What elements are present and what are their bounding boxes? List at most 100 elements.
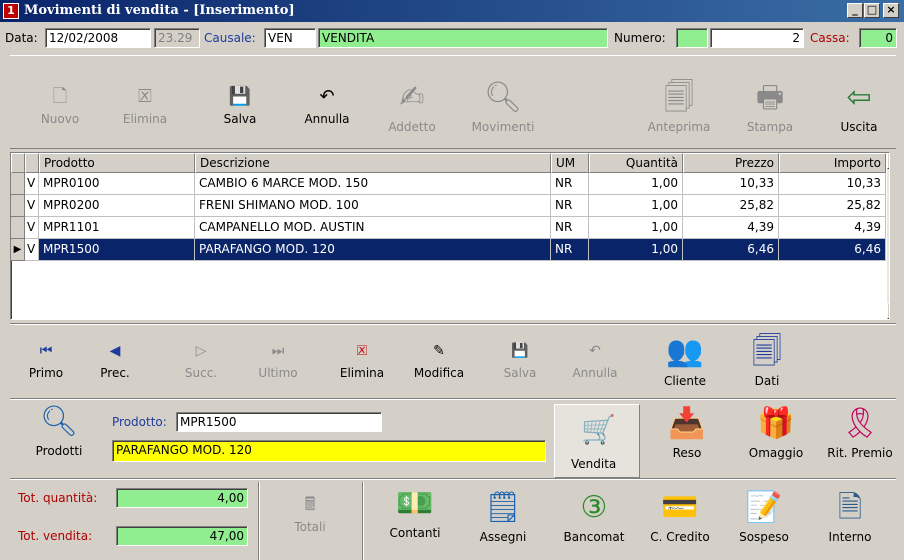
time-field[interactable]: 23.29 — [154, 28, 200, 48]
row-flag[interactable]: V — [25, 239, 39, 261]
cell-um[interactable]: NR — [551, 239, 589, 261]
annulla-row-button[interactable]: ↶ Annulla — [560, 340, 630, 380]
stampa-button[interactable]: 🖶 Stampa — [735, 80, 805, 134]
cell-prodotto[interactable]: MPR0100 — [39, 173, 195, 195]
cell-um[interactable]: NR — [551, 173, 589, 195]
bancomat-button[interactable]: ③ Bancomat — [552, 490, 636, 544]
sospeso-button[interactable]: 📝 Sospeso — [726, 490, 802, 544]
cell-descrizione[interactable]: FRENI SHIMANO MOD. 100 — [195, 195, 551, 217]
scroll-down-icon[interactable]: ▼ — [887, 303, 889, 319]
assegni-button[interactable]: 🗒 Assegni — [468, 490, 538, 544]
last-record-icon: ⏭ — [271, 343, 285, 359]
c-credito-button[interactable]: 💳 C. Credito — [642, 490, 718, 544]
maximize-button[interactable]: □ — [864, 3, 880, 18]
cell-importo[interactable]: 10,33 — [779, 173, 886, 195]
cell-quantita[interactable]: 1,00 — [589, 173, 683, 195]
col-descrizione-header[interactable]: Descrizione — [195, 153, 551, 173]
causale-desc-field[interactable]: VENDITA — [318, 28, 608, 48]
numero-prefix-field[interactable] — [676, 28, 708, 48]
row-indicator[interactable] — [11, 173, 25, 195]
cell-quantita[interactable]: 1,00 — [589, 239, 683, 261]
rit-premio-button[interactable]: 🎗 Rit. Premio — [818, 406, 902, 460]
movimenti-button[interactable]: 🔍︎ Movimenti — [458, 80, 548, 134]
credit-card-icon: 💳 — [661, 490, 699, 525]
cell-prezzo[interactable]: 10,33 — [683, 173, 779, 195]
current-row-indicator-icon[interactable]: ▶ — [11, 239, 25, 261]
cell-prezzo[interactable]: 25,82 — [683, 195, 779, 217]
cliente-button[interactable]: 👥 Cliente — [648, 334, 722, 388]
prodotti-label: Prodotti — [35, 444, 83, 458]
data-field[interactable]: 12/02/2008 — [45, 28, 151, 48]
cell-descrizione[interactable]: CAMBIO 6 MARCE MOD. 150 — [195, 173, 551, 195]
row-indicator[interactable] — [11, 195, 25, 217]
elimina-row-button[interactable]: 🗵 Elimina — [330, 340, 394, 380]
app-icon[interactable]: 1 — [3, 3, 19, 19]
cell-prodotto[interactable]: MPR1500 — [39, 239, 195, 261]
row-flag[interactable]: V — [25, 195, 39, 217]
scroll-up-icon[interactable]: ▲ — [887, 153, 889, 169]
cell-um[interactable]: NR — [551, 217, 589, 239]
cell-quantita[interactable]: 1,00 — [589, 195, 683, 217]
contanti-button[interactable]: 💵 Contanti — [380, 486, 450, 540]
shopping-cart-icon: 🛒 — [581, 413, 616, 446]
numero-field[interactable]: 2 — [710, 28, 804, 48]
row-flag[interactable]: V — [25, 173, 39, 195]
cassa-field[interactable]: 0 — [859, 28, 897, 48]
products-grid[interactable]: Prodotto Descrizione UM Quantità Prezzo … — [10, 152, 890, 320]
person-icon: ✍ — [399, 80, 425, 115]
ultimo-button[interactable]: ⏭ Ultimo — [250, 340, 306, 380]
anteprima-button[interactable]: 🗐 Anteprima — [640, 80, 718, 134]
succ-button[interactable]: ▷ Succ. — [176, 340, 226, 380]
col-importo-header[interactable]: Importo — [779, 153, 886, 173]
stampa-label: Stampa — [746, 120, 794, 134]
prodotto-code-field[interactable]: MPR1500 — [176, 412, 382, 432]
dati-button[interactable]: 🗐 Dati — [736, 334, 798, 388]
cell-prezzo[interactable]: 6,46 — [683, 239, 779, 261]
reso-button[interactable]: 📥 Reso — [650, 406, 724, 460]
interno-button[interactable]: 🗎 Interno — [810, 490, 890, 544]
separator — [362, 482, 364, 560]
modifica-button[interactable]: ✎ Modifica — [400, 340, 478, 380]
cell-descrizione[interactable]: PARAFANGO MOD. 120 — [195, 239, 551, 261]
grid-vertical-scrollbar[interactable]: ▲ ▼ — [886, 153, 889, 319]
elimina-button[interactable]: 🗵 Elimina — [113, 86, 177, 126]
prodotti-button[interactable]: 🔍︎ Prodotti — [22, 404, 96, 458]
omaggio-label: Omaggio — [748, 446, 804, 460]
primo-label: Primo — [28, 366, 64, 380]
col-um-header[interactable]: UM — [551, 153, 589, 173]
primo-button[interactable]: ⏮ Primo — [24, 340, 68, 380]
vendita-button[interactable]: 🛒 Vendita — [554, 404, 640, 478]
salva-button[interactable]: 💾 Salva — [210, 86, 270, 126]
col-prodotto-header[interactable]: Prodotto — [39, 153, 195, 173]
grid-flag-header — [25, 153, 39, 173]
col-prezzo-header[interactable]: Prezzo — [683, 153, 779, 173]
row-indicator[interactable] — [11, 217, 25, 239]
totali-button[interactable]: 🖩 Totali — [270, 494, 350, 534]
cell-importo[interactable]: 4,39 — [779, 217, 886, 239]
cell-importo[interactable]: 25,82 — [779, 195, 886, 217]
addetto-button[interactable]: ✍ Addetto — [378, 80, 446, 134]
omaggio-button[interactable]: 🎁 Omaggio — [736, 406, 816, 460]
prodotto-desc-field[interactable]: PARAFANGO MOD. 120 — [112, 440, 546, 462]
title-bar: Movimenti di vendita - [Inserimento] — [0, 0, 904, 22]
bancomat-label: Bancomat — [563, 530, 625, 544]
col-quantita-header[interactable]: Quantità — [589, 153, 683, 173]
cell-importo[interactable]: 6,46 — [779, 239, 886, 261]
salva-row-button[interactable]: 💾 Salva — [492, 340, 548, 380]
prec-button[interactable]: ◀ Prec. — [90, 340, 140, 380]
nuovo-button[interactable]: 🗋 Nuovo — [30, 86, 90, 126]
cell-quantita[interactable]: 1,00 — [589, 217, 683, 239]
delete-document-icon: 🗵 — [138, 86, 152, 107]
cell-prodotto[interactable]: MPR1101 — [39, 217, 195, 239]
cell-prodotto[interactable]: MPR0200 — [39, 195, 195, 217]
cell-prezzo[interactable]: 4,39 — [683, 217, 779, 239]
annulla-button[interactable]: ↶ Annulla — [292, 86, 362, 126]
cell-descrizione[interactable]: CAMPANELLO MOD. AUSTIN — [195, 217, 551, 239]
close-button[interactable]: × — [883, 3, 899, 18]
separator — [258, 482, 260, 560]
causale-code-field[interactable]: VEN — [264, 28, 316, 48]
cell-um[interactable]: NR — [551, 195, 589, 217]
minimize-button[interactable]: _ — [847, 3, 863, 18]
row-flag[interactable]: V — [25, 217, 39, 239]
uscita-button[interactable]: ⇦ Uscita — [826, 80, 892, 134]
